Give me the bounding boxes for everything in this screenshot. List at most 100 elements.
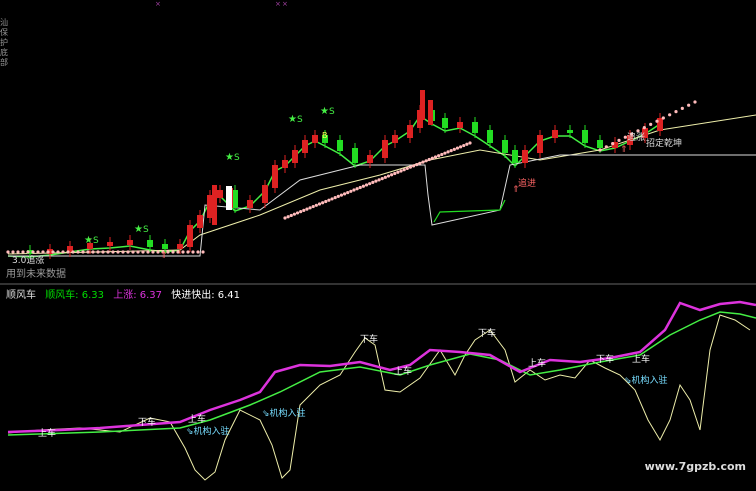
dot [680, 106, 684, 110]
label-shangche: 上车 [38, 427, 56, 439]
dot [352, 188, 356, 192]
dot [408, 165, 413, 169]
candle-body [292, 150, 298, 163]
dot [674, 110, 678, 114]
dot [617, 138, 621, 142]
label-xiache: 下车 [360, 333, 378, 345]
dot [649, 122, 653, 126]
dot [642, 126, 646, 130]
candle-body [537, 135, 543, 153]
dot [317, 202, 322, 206]
jigou-label: ⇘机构入驻 [262, 407, 306, 419]
dot [305, 207, 309, 211]
dot [91, 250, 95, 254]
dot [364, 183, 369, 187]
dot [440, 152, 444, 157]
candle-body [428, 100, 433, 125]
dot [61, 250, 65, 254]
dot [336, 194, 340, 198]
dot [446, 150, 450, 154]
candle-body [552, 130, 558, 138]
dot [611, 142, 615, 146]
candle-body [382, 140, 388, 158]
candle-body [502, 140, 508, 153]
dot [468, 141, 472, 145]
dot [604, 145, 608, 149]
dot [308, 206, 312, 210]
mask-top-right [430, 0, 756, 112]
dot [171, 250, 175, 254]
dot [21, 250, 25, 254]
dot [437, 154, 441, 158]
dot [302, 208, 306, 212]
chart-canvas[interactable]: × × × ★ S★ S★ S★ S★ SB⇑⇑⇑3.0追涨追进追涨招定乾坤 上车下车 上车下车… [0, 0, 756, 487]
chart-window: × × × ★ S ★ S ★ S ★ S ★ S B ⇑ ⇑ ⇑ 3.0追涨 追进 追涨 招定乾坤 上车 下车 上车 下车… [0, 0, 756, 487]
dot [289, 213, 293, 218]
arrow-up-icon: ⇑ [160, 251, 168, 261]
mask-lower [205, 224, 550, 262]
dot [299, 210, 303, 214]
dot [333, 196, 337, 200]
label-shangche: 上车 [528, 357, 546, 369]
dot [449, 149, 453, 153]
dot [402, 168, 406, 172]
dot [116, 250, 120, 254]
candle-body [420, 90, 425, 120]
dot [121, 250, 125, 254]
candle-body [187, 225, 193, 247]
label-xiache: 下车 [478, 327, 496, 339]
zhuidie-label: 追涨 [627, 131, 645, 143]
dot [443, 151, 447, 155]
dot [36, 250, 40, 254]
dot [424, 159, 428, 163]
dot [295, 211, 300, 215]
dot [321, 201, 325, 205]
candle-body [522, 150, 528, 163]
left-glyph: 底 [0, 48, 8, 57]
dot [327, 198, 331, 202]
dot [126, 250, 130, 254]
star-icon: ★ [225, 152, 234, 163]
dot [81, 250, 85, 254]
dot [465, 142, 469, 146]
candle-body [457, 122, 463, 128]
dot [393, 171, 397, 176]
candle-body [312, 135, 318, 143]
dot [374, 179, 378, 183]
dot [292, 212, 297, 216]
dot [342, 192, 347, 196]
candle-body [487, 130, 493, 143]
left-glyph: 护 [0, 38, 8, 47]
label-xiache: 下车 [138, 416, 156, 428]
dot [314, 203, 318, 207]
candle-body [247, 200, 253, 208]
candle-body [302, 140, 308, 153]
candle-body [367, 155, 373, 163]
dot [71, 250, 75, 254]
candle-body [442, 118, 448, 128]
dot [452, 147, 456, 151]
dot [101, 250, 105, 254]
dot [358, 185, 362, 190]
dot [201, 250, 205, 254]
candle-body [352, 148, 358, 163]
candle-doji [226, 186, 232, 210]
label-shangche: 上车 [394, 365, 412, 377]
dot [191, 250, 195, 254]
jigou-label: ⇘机构入驻 [624, 374, 668, 386]
dot [286, 215, 290, 219]
dot [411, 164, 416, 168]
dot [76, 250, 80, 254]
dot [311, 204, 315, 209]
arrow-up-icon: ⇑ [620, 145, 628, 155]
candle-body [272, 165, 278, 188]
dot [131, 250, 135, 254]
candle-body [217, 190, 223, 198]
dot [693, 100, 697, 104]
indicator-name[interactable]: 顺风车 [6, 290, 36, 301]
zhuijin-label: 追进 [518, 177, 536, 189]
dot [458, 145, 463, 149]
dot [396, 170, 400, 174]
dot [380, 176, 384, 181]
dot [371, 180, 375, 185]
